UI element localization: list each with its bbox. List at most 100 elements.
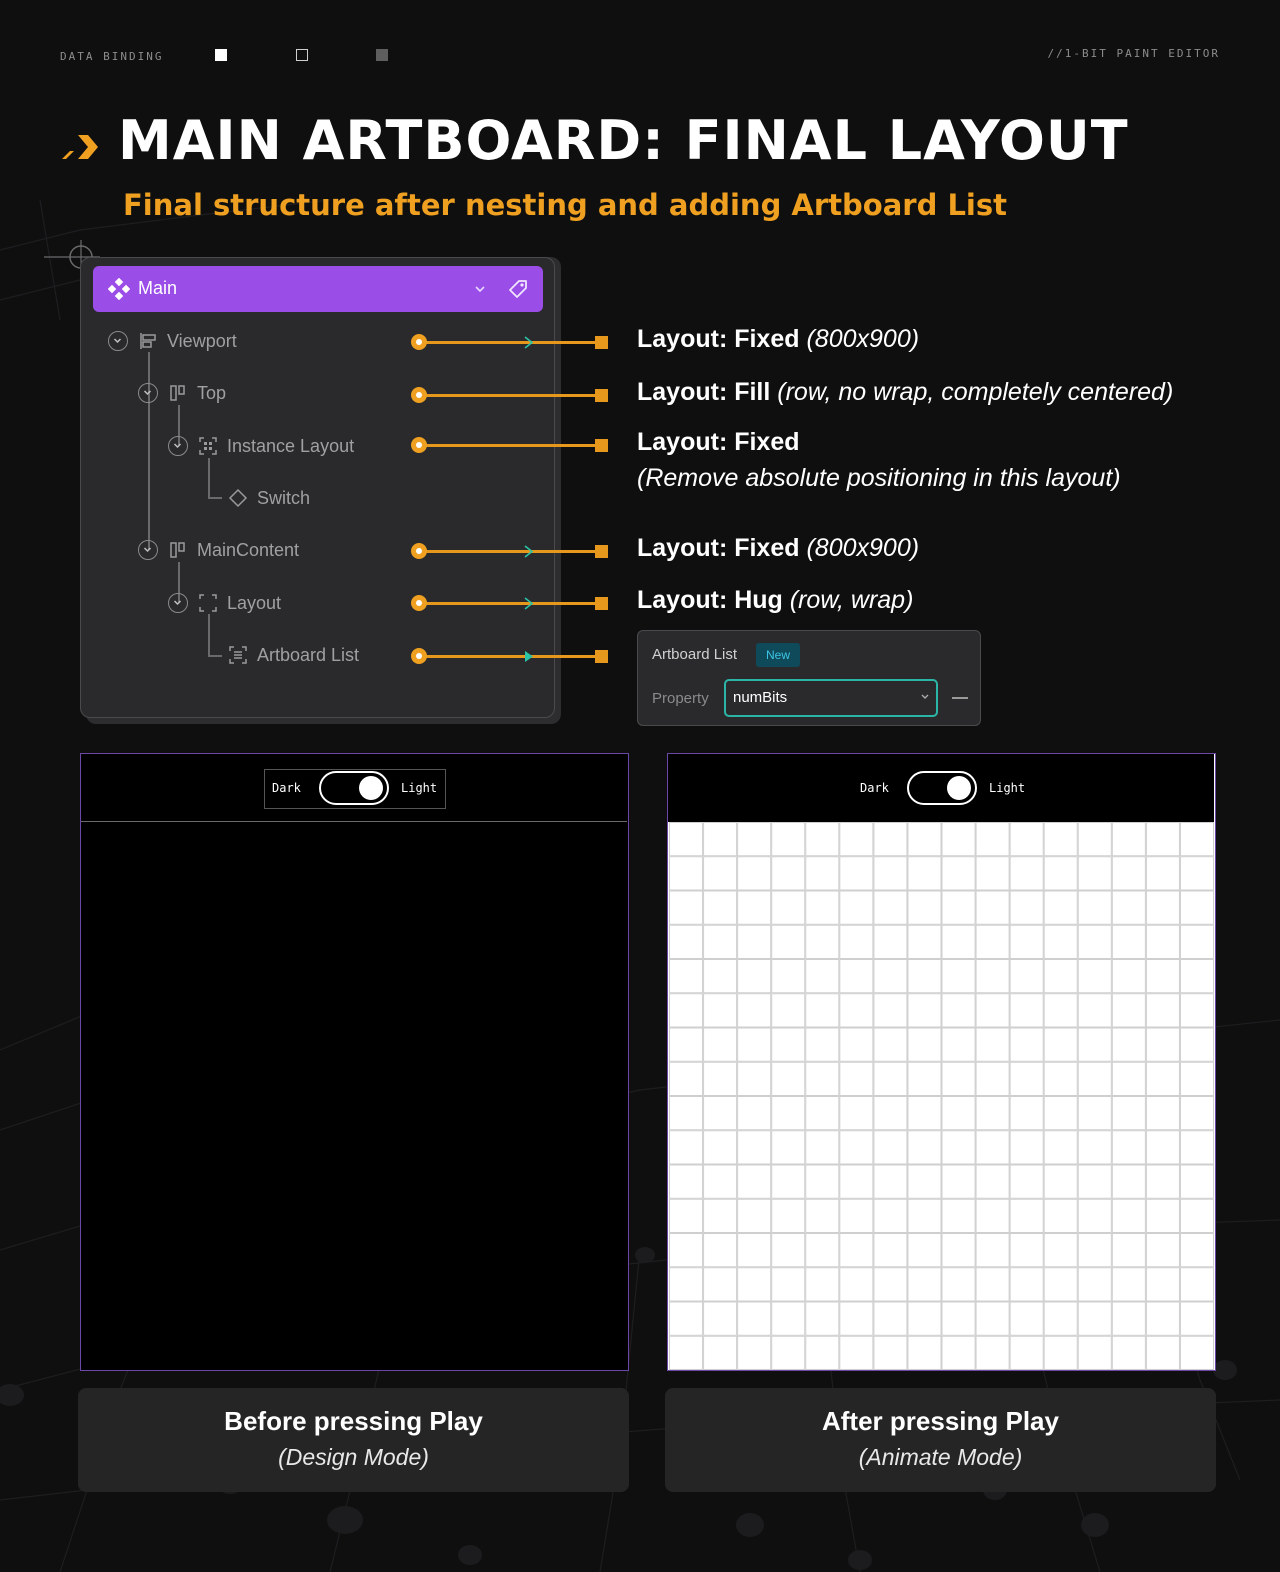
grid-cell[interactable] bbox=[941, 993, 976, 1028]
grid-cell[interactable] bbox=[1077, 890, 1112, 925]
grid-cell[interactable] bbox=[771, 959, 806, 994]
grid-cell[interactable] bbox=[771, 1233, 806, 1268]
grid-cell[interactable] bbox=[669, 1198, 704, 1233]
grid-cell[interactable] bbox=[669, 1096, 704, 1131]
grid-cell[interactable] bbox=[1111, 822, 1146, 857]
grid-cell[interactable] bbox=[703, 1335, 738, 1370]
grid-cell[interactable] bbox=[669, 1061, 704, 1096]
grid-cell[interactable] bbox=[805, 1164, 840, 1199]
collapse-toggle[interactable] bbox=[168, 436, 188, 456]
grid-cell[interactable] bbox=[1077, 1267, 1112, 1302]
grid-cell[interactable] bbox=[771, 822, 806, 857]
grid-cell[interactable] bbox=[771, 1198, 806, 1233]
grid-cell[interactable] bbox=[669, 924, 704, 959]
grid-cell[interactable] bbox=[805, 1198, 840, 1233]
grid-cell[interactable] bbox=[941, 1335, 976, 1370]
grid-cell[interactable] bbox=[1145, 1096, 1180, 1131]
theme-switch[interactable] bbox=[907, 771, 977, 805]
grid-cell[interactable] bbox=[1179, 1164, 1214, 1199]
grid-cell[interactable] bbox=[1145, 856, 1180, 891]
grid-cell[interactable] bbox=[907, 959, 942, 994]
grid-cell[interactable] bbox=[1077, 1233, 1112, 1268]
layer-maincontent[interactable]: MainContent bbox=[197, 540, 299, 561]
grid-cell[interactable] bbox=[703, 993, 738, 1028]
grid-cell[interactable] bbox=[703, 924, 738, 959]
grid-cell[interactable] bbox=[1179, 1301, 1214, 1336]
collapse-toggle[interactable] bbox=[138, 383, 158, 403]
grid-cell[interactable] bbox=[703, 822, 738, 857]
grid-cell[interactable] bbox=[1077, 1164, 1112, 1199]
grid-cell[interactable] bbox=[907, 890, 942, 925]
grid-cell[interactable] bbox=[873, 1267, 908, 1302]
grid-cell[interactable] bbox=[805, 1267, 840, 1302]
grid-cell[interactable] bbox=[1077, 1061, 1112, 1096]
grid-cell[interactable] bbox=[771, 1164, 806, 1199]
grid-cell[interactable] bbox=[1009, 959, 1044, 994]
grid-cell[interactable] bbox=[839, 959, 874, 994]
grid-cell[interactable] bbox=[805, 1233, 840, 1268]
grid-cell[interactable] bbox=[1009, 1096, 1044, 1131]
grid-cell[interactable] bbox=[1111, 924, 1146, 959]
grid-cell[interactable] bbox=[1077, 1301, 1112, 1336]
grid-cell[interactable] bbox=[1043, 856, 1078, 891]
grid-cell[interactable] bbox=[941, 1164, 976, 1199]
grid-cell[interactable] bbox=[975, 924, 1010, 959]
grid-cell[interactable] bbox=[703, 1027, 738, 1062]
grid-cell[interactable] bbox=[737, 959, 772, 994]
grid-cell[interactable] bbox=[771, 993, 806, 1028]
grid-cell[interactable] bbox=[1043, 1027, 1078, 1062]
grid-cell[interactable] bbox=[873, 1130, 908, 1165]
layer-top[interactable]: Top bbox=[197, 383, 226, 404]
grid-cell[interactable] bbox=[771, 890, 806, 925]
grid-cell[interactable] bbox=[873, 822, 908, 857]
grid-cell[interactable] bbox=[1145, 1233, 1180, 1268]
grid-cell[interactable] bbox=[703, 1198, 738, 1233]
grid-cell[interactable] bbox=[703, 890, 738, 925]
grid-cell[interactable] bbox=[1111, 1130, 1146, 1165]
grid-cell[interactable] bbox=[1043, 959, 1078, 994]
grid-cell[interactable] bbox=[1009, 1198, 1044, 1233]
grid-cell[interactable] bbox=[975, 993, 1010, 1028]
grid-cell[interactable] bbox=[1043, 1198, 1078, 1233]
grid-cell[interactable] bbox=[975, 1335, 1010, 1370]
grid-cell[interactable] bbox=[873, 1335, 908, 1370]
grid-cell[interactable] bbox=[941, 1233, 976, 1268]
grid-cell[interactable] bbox=[1043, 1061, 1078, 1096]
grid-cell[interactable] bbox=[1179, 1061, 1214, 1096]
grid-cell[interactable] bbox=[703, 1164, 738, 1199]
grid-cell[interactable] bbox=[941, 924, 976, 959]
layer-artboard-list[interactable]: Artboard List bbox=[257, 645, 359, 666]
remove-icon[interactable] bbox=[952, 697, 968, 699]
grid-cell[interactable] bbox=[907, 822, 942, 857]
grid-cell[interactable] bbox=[805, 1335, 840, 1370]
grid-cell[interactable] bbox=[805, 1061, 840, 1096]
grid-cell[interactable] bbox=[669, 890, 704, 925]
grid-cell[interactable] bbox=[1111, 890, 1146, 925]
grid-cell[interactable] bbox=[1077, 822, 1112, 857]
grid-cell[interactable] bbox=[737, 1027, 772, 1062]
grid-cell[interactable] bbox=[975, 959, 1010, 994]
grid-cell[interactable] bbox=[873, 959, 908, 994]
grid-cell[interactable] bbox=[839, 1027, 874, 1062]
grid-cell[interactable] bbox=[1077, 993, 1112, 1028]
grid-cell[interactable] bbox=[1145, 1335, 1180, 1370]
grid-cell[interactable] bbox=[669, 1027, 704, 1062]
grid-cell[interactable] bbox=[1077, 1335, 1112, 1370]
grid-cell[interactable] bbox=[839, 1301, 874, 1336]
grid-cell[interactable] bbox=[839, 1233, 874, 1268]
grid-cell[interactable] bbox=[975, 822, 1010, 857]
grid-cell[interactable] bbox=[1179, 1233, 1214, 1268]
grid-cell[interactable] bbox=[1145, 1267, 1180, 1302]
grid-cell[interactable] bbox=[1043, 1130, 1078, 1165]
grid-cell[interactable] bbox=[771, 1267, 806, 1302]
grid-cell[interactable] bbox=[1145, 1061, 1180, 1096]
grid-cell[interactable] bbox=[703, 1096, 738, 1131]
chevron-down-icon[interactable] bbox=[920, 693, 930, 701]
grid-cell[interactable] bbox=[669, 1164, 704, 1199]
grid-cell[interactable] bbox=[975, 1164, 1010, 1199]
grid-cell[interactable] bbox=[737, 1198, 772, 1233]
grid-cell[interactable] bbox=[941, 822, 976, 857]
grid-cell[interactable] bbox=[1009, 1335, 1044, 1370]
grid-cell[interactable] bbox=[975, 890, 1010, 925]
grid-cell[interactable] bbox=[1145, 924, 1180, 959]
